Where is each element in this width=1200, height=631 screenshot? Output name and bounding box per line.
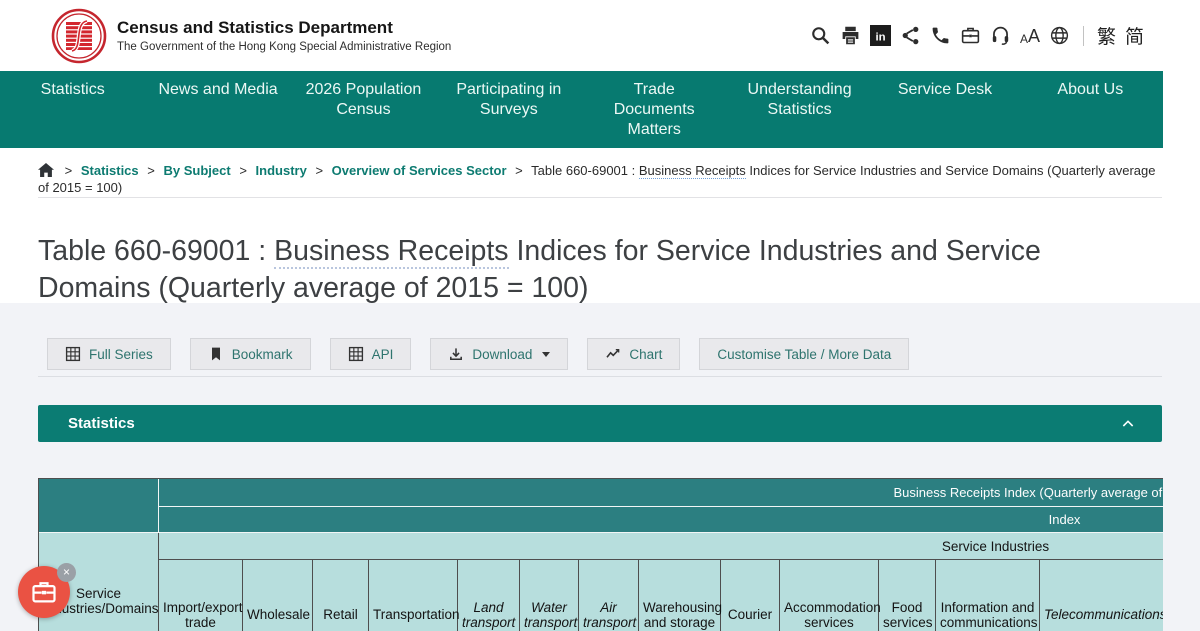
column-header-import-export-trade: Import/export trade: [159, 560, 243, 631]
nav-item-about-us[interactable]: About Us: [1018, 71, 1163, 148]
breadcrumb-link-statistics[interactable]: Statistics: [81, 163, 139, 178]
column-header-water-transport: Water transport: [520, 560, 579, 631]
site-header: Census and Statistics Department The Gov…: [0, 0, 1200, 71]
column-header-warehousing-and-storage: Warehousing and storage: [639, 560, 721, 631]
customise-table-more-data-button[interactable]: Customise Table / More Data: [699, 338, 909, 370]
column-header-courier: Courier: [721, 560, 780, 631]
breadcrumb-link-overview-of-services-sector[interactable]: Overview of Services Sector: [332, 163, 507, 178]
site-title: Census and Statistics Department: [117, 18, 451, 38]
nav-item-trade-documents-matters[interactable]: Trade Documents Matters: [582, 71, 727, 148]
bookmark-button[interactable]: Bookmark: [190, 338, 311, 370]
chart-label: Chart: [629, 347, 662, 362]
table-index-header: Index: [159, 507, 1163, 533]
main-navigation: Statistics News and Media 2026 Populatio…: [0, 71, 1163, 148]
business-services-icon[interactable]: [960, 25, 981, 46]
breadcrumb-separator: >: [315, 163, 323, 178]
breadcrumb-current-prefix: Table 660-69001 :: [531, 163, 639, 178]
language-divider: [1083, 26, 1084, 46]
download-icon: [448, 346, 464, 362]
full-series-button[interactable]: Full Series: [47, 338, 171, 370]
bookmark-label: Bookmark: [232, 347, 293, 362]
table-grid-icon: [65, 346, 81, 362]
table-grid-icon: [348, 346, 364, 362]
svg-text:in: in: [875, 31, 885, 43]
department-logo-icon[interactable]: [51, 8, 107, 64]
table-corner-cell: [39, 479, 159, 533]
column-header-telecommunications: Telecommunications: [1040, 560, 1163, 631]
customise-table-label: Customise Table / More Data: [717, 347, 891, 362]
column-header-food-services: Food services: [879, 560, 936, 631]
site-subtitle: The Government of the Hong Kong Special …: [117, 41, 451, 53]
nav-item-2026-population-census[interactable]: 2026 Population Census: [291, 71, 436, 148]
nav-item-participating-in-surveys[interactable]: Participating in Surveys: [436, 71, 581, 148]
api-button[interactable]: API: [330, 338, 412, 370]
breadcrumb-separator: >: [147, 163, 155, 178]
language-globe-icon[interactable]: [1049, 25, 1070, 46]
table-group-header-service-industries: Service Industries: [159, 533, 1163, 560]
column-header-wholesale: Wholesale: [243, 560, 313, 631]
statistics-section-title: Statistics: [68, 415, 135, 432]
phone-icon[interactable]: [930, 25, 951, 46]
statistics-table: Business Receipts Index (Quarterly avera…: [38, 478, 1163, 631]
column-header-land-transport: Land transport: [458, 560, 520, 631]
breadcrumb-separator: >: [65, 163, 73, 178]
chevron-up-icon[interactable]: [1120, 416, 1136, 432]
page-title-term-business-receipts[interactable]: Business Receipts: [274, 235, 508, 269]
briefcase-icon: [30, 578, 58, 606]
chart-button[interactable]: Chart: [587, 338, 680, 370]
bookmark-icon: [208, 346, 224, 362]
api-label: API: [372, 347, 394, 362]
download-button[interactable]: Download: [430, 338, 568, 370]
column-header-information-and-communications: Information and communications: [936, 560, 1040, 631]
table-toolbar: Full Series Bookmark API Download Chart …: [47, 338, 909, 370]
breadcrumb-term-business-receipts[interactable]: Business Receipts: [639, 163, 746, 179]
page-title-prefix: Table 660-69001 :: [38, 235, 274, 267]
caret-down-icon: [542, 352, 550, 357]
breadcrumb-link-by-subject[interactable]: By Subject: [164, 163, 231, 178]
nav-item-service-desk[interactable]: Service Desk: [872, 71, 1017, 148]
download-label: Download: [472, 347, 532, 362]
search-icon[interactable]: [810, 25, 831, 46]
breadcrumb-link-industry[interactable]: Industry: [256, 163, 307, 178]
nav-item-statistics[interactable]: Statistics: [0, 71, 145, 148]
breadcrumb-divider: [38, 197, 1162, 198]
widget-close-button[interactable]: ×: [57, 563, 76, 582]
line-chart-icon: [605, 346, 621, 362]
breadcrumb: > Statistics > By Subject > Industry > O…: [38, 162, 1162, 196]
full-series-label: Full Series: [89, 347, 153, 362]
page-title: Table 660-69001 : Business Receipts Indi…: [38, 233, 1113, 307]
print-icon[interactable]: [840, 25, 861, 46]
column-header-transportation: Transportation: [369, 560, 458, 631]
lang-traditional-chinese[interactable]: 繁: [1097, 22, 1116, 49]
breadcrumb-separator: >: [239, 163, 247, 178]
linkedin-icon[interactable]: in: [870, 25, 891, 46]
nav-item-news-and-media[interactable]: News and Media: [145, 71, 290, 148]
column-header-retail: Retail: [313, 560, 369, 631]
font-size-icon[interactable]: AA: [1020, 27, 1040, 45]
share-icon[interactable]: [900, 25, 921, 46]
toolbar-divider: [38, 376, 1162, 377]
table-banner-header: Business Receipts Index (Quarterly avera…: [159, 479, 1163, 507]
home-icon[interactable]: [38, 163, 54, 178]
headset-icon[interactable]: [990, 25, 1011, 46]
column-header-accommodation-services: Accommodation services: [780, 560, 879, 631]
statistics-table-container[interactable]: Business Receipts Index (Quarterly avera…: [38, 478, 1163, 631]
statistics-section-header[interactable]: Statistics: [38, 405, 1162, 442]
lang-simplified-chinese[interactable]: 简: [1125, 22, 1144, 49]
breadcrumb-separator: >: [515, 163, 523, 178]
nav-item-understanding-statistics[interactable]: Understanding Statistics: [727, 71, 872, 148]
header-utilities: in AA 繁 简: [810, 22, 1144, 49]
column-header-air-transport: Air transport: [579, 560, 639, 631]
